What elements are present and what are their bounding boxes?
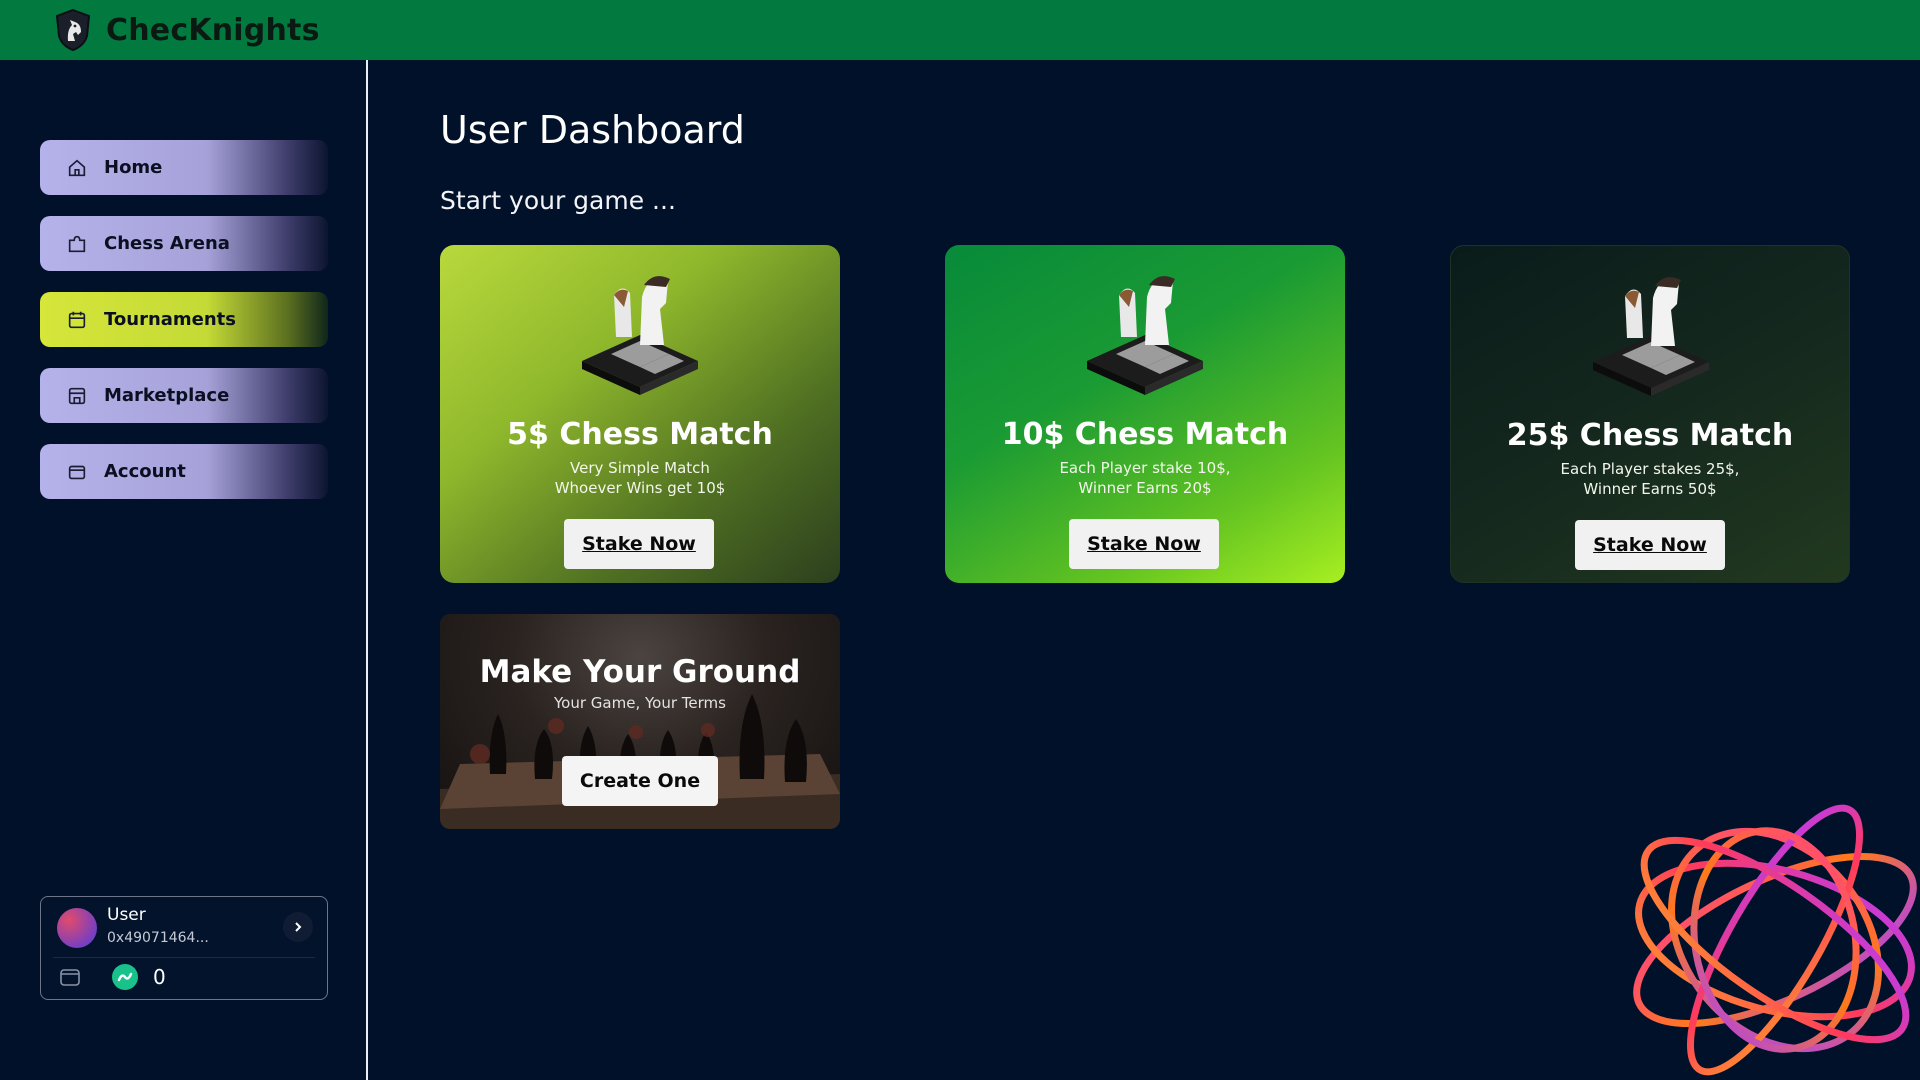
create-one-button[interactable]: Create One: [562, 756, 718, 806]
token-icon: [112, 964, 138, 990]
user-menu-button[interactable]: [283, 912, 313, 942]
chevron-right-icon: [295, 922, 302, 932]
sidebar-item-label: Chess Arena: [104, 233, 230, 254]
chess-pieces-image: [1087, 276, 1203, 395]
match-card-5: 5$ Chess Match Very Simple Match Whoever…: [440, 245, 840, 583]
sidebar-item-account[interactable]: Account: [40, 444, 328, 499]
top-bar: ChecKnights: [0, 0, 1920, 60]
stake-now-button[interactable]: Stake Now: [1069, 519, 1219, 569]
store-icon: [68, 387, 86, 404]
sidebar-item-marketplace[interactable]: Marketplace: [40, 368, 328, 423]
card-title: 5$ Chess Match: [507, 417, 773, 452]
ground-subtitle: Your Game, Your Terms: [554, 694, 726, 712]
card-description: Whoever Wins get 10$: [554, 479, 726, 497]
card-description: Each Player stake 10$,: [1059, 459, 1231, 477]
chess-pieces-image: [582, 276, 698, 395]
home-icon: [68, 159, 86, 176]
card-description: Very Simple Match: [570, 459, 710, 477]
wallet-address: 0x49071464...: [107, 930, 209, 946]
sidebar-item-label: Home: [104, 157, 163, 178]
sidebar: Home Chess Arena Tournaments Marketplace…: [0, 60, 368, 1080]
page-title: User Dashboard: [440, 108, 745, 152]
make-your-ground-card: Make Your Ground Your Game, Your Terms C…: [440, 614, 840, 829]
sidebar-item-label: Account: [104, 461, 186, 482]
ground-title: Make Your Ground: [479, 654, 801, 690]
wallet-icon[interactable]: [59, 966, 81, 988]
chess-pieces-image: [1593, 277, 1709, 396]
card-description: Winner Earns 20$: [1078, 479, 1212, 497]
card-description: Winner Earns 50$: [1583, 480, 1717, 498]
sidebar-nav: Home Chess Arena Tournaments Marketplace…: [40, 140, 328, 520]
puzzle-icon: [68, 235, 86, 252]
avatar[interactable]: [57, 908, 97, 948]
calendar-icon: [68, 311, 86, 328]
user-name: User: [107, 905, 146, 925]
section-subtitle: Start your game ...: [440, 186, 676, 215]
match-card-10: 10$ Chess Match Each Player stake 10$, W…: [945, 245, 1345, 583]
card-title: 25$ Chess Match: [1506, 418, 1794, 453]
match-card-25: 25$ Chess Match Each Player stakes 25$, …: [1450, 245, 1850, 583]
abstract-ribbon-image: [1633, 804, 1917, 1076]
token-balance: 0: [153, 965, 166, 989]
knight-shield-logo-icon[interactable]: [54, 8, 92, 52]
wallet-icon: [68, 465, 86, 479]
sidebar-item-chess-arena[interactable]: Chess Arena: [40, 216, 328, 271]
stake-now-button[interactable]: Stake Now: [1575, 520, 1725, 570]
stake-now-button[interactable]: Stake Now: [564, 519, 714, 569]
user-card[interactable]: User 0x49071464... 0: [40, 896, 328, 1000]
sidebar-item-label: Marketplace: [104, 385, 230, 406]
sidebar-item-tournaments[interactable]: Tournaments: [40, 292, 328, 347]
card-description: Each Player stakes 25$,: [1560, 460, 1740, 478]
sidebar-item-label: Tournaments: [104, 309, 237, 330]
divider: [53, 957, 315, 958]
sidebar-item-home[interactable]: Home: [40, 140, 328, 195]
card-title: 10$ Chess Match: [1001, 417, 1289, 452]
brand-name[interactable]: ChecKnights: [106, 13, 320, 48]
